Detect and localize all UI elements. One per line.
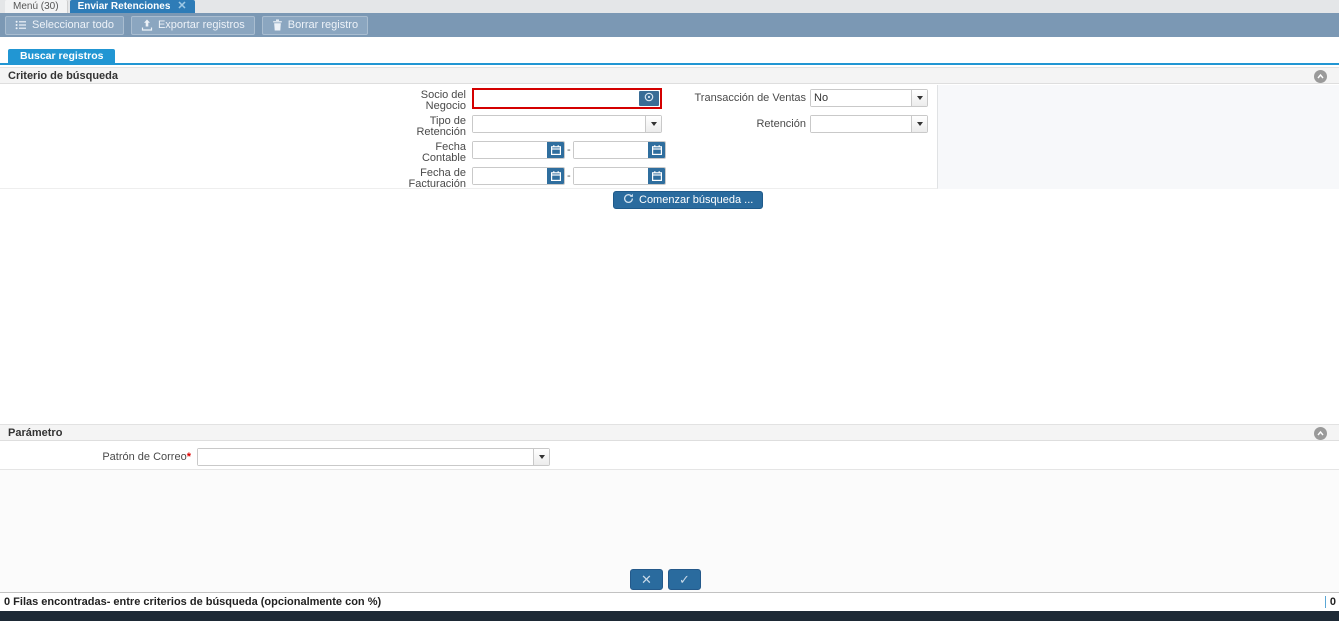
select-all-label: Seleccionar todo [32,19,114,31]
buscar-registros-label: Buscar registros [20,50,104,62]
date-acct-from-input[interactable] [473,142,547,158]
retention-label: Retención [756,118,806,130]
criteria-section-header: Criterio de búsqueda [0,67,1339,84]
status-divider [1324,596,1326,608]
bpartner-field[interactable] [472,88,662,109]
select-all-button[interactable]: Seleccionar todo [5,15,124,35]
bpartner-input[interactable] [474,90,638,107]
record-info-icon [643,91,655,106]
retention-input[interactable] [811,116,911,132]
calendar-icon[interactable] [547,168,564,184]
date-acct-separator: - [567,144,571,156]
mail-pattern-combobox[interactable] [197,448,550,466]
close-icon[interactable]: ✕ [177,0,186,13]
chevron-up-icon [1316,426,1325,441]
tab-underline [0,63,1339,65]
status-message: 0 Filas encontradas- entre criterios de … [4,596,382,608]
tab-enviar-retenciones-label: Enviar Retenciones [77,1,171,12]
sales-transaction-combobox[interactable] [810,89,928,107]
calendar-icon[interactable] [648,168,665,184]
retention-type-combobox[interactable] [472,115,662,133]
parameter-row: Patrón de Correo* [0,442,1339,470]
confirm-button[interactable]: ✓ [668,569,701,590]
confirm-check-icon: ✓ [679,572,690,587]
start-search-button[interactable]: Comenzar búsqueda ... [613,191,764,209]
delete-record-label: Borrar registro [287,19,359,31]
record-count: 0 [1329,596,1336,608]
window-tabbar: Menú (30) Enviar Retenciones ✕ [0,0,1339,13]
toolbar: Seleccionar todo Exportar registros Borr… [0,13,1339,37]
date-acct-label: Fecha Contable [421,141,466,164]
tab-menu[interactable]: Menú (30) [5,0,68,13]
criteria-form-panel: Socio del Negocio Transacción de Ventas … [0,85,938,190]
tab-enviar-retenciones[interactable]: Enviar Retenciones ✕ [69,0,195,13]
export-icon [141,19,153,31]
retention-combobox[interactable] [810,115,928,133]
required-marker: * [186,451,191,463]
date-invoiced-to-field[interactable] [573,167,666,185]
chevron-up-icon [1316,69,1325,84]
cancel-x-icon: ✕ [641,572,652,587]
date-invoiced-from-field[interactable] [472,167,565,185]
date-acct-from-field[interactable] [472,141,565,159]
export-records-label: Exportar registros [157,19,245,31]
retention-type-label: Tipo de Retención [416,115,466,138]
retention-type-input[interactable] [473,116,645,132]
refresh-icon [623,193,634,207]
tab-buscar-registros[interactable]: Buscar registros [8,49,116,63]
date-invoiced-separator: - [567,170,571,182]
criteria-panel-right-background [938,85,1339,189]
start-search-label: Comenzar búsqueda ... [639,194,754,206]
collapse-criteria-button[interactable] [1314,70,1327,83]
date-acct-to-field[interactable] [573,141,666,159]
calendar-icon[interactable] [547,142,564,158]
calendar-icon[interactable] [648,142,665,158]
date-invoiced-to-input[interactable] [574,168,648,184]
criteria-section-title: Criterio de búsqueda [8,70,119,82]
date-acct-to-input[interactable] [574,142,648,158]
record-search-button[interactable] [639,91,659,106]
export-records-button[interactable]: Exportar registros [130,15,255,35]
sales-transaction-input[interactable] [811,90,911,106]
parameter-section-header: Parámetro [0,424,1339,441]
dropdown-arrow-icon[interactable] [911,116,927,132]
sales-transaction-label: Transacción de Ventas [694,92,807,104]
mail-pattern-input[interactable] [198,449,533,465]
bottom-bar [0,611,1339,621]
status-bar: 0 Filas encontradas- entre criterios de … [0,592,1339,611]
collapse-parameter-button[interactable] [1314,427,1327,440]
date-invoiced-from-input[interactable] [473,168,547,184]
date-invoiced-label: Fecha de Facturación [408,167,466,190]
tab-menu-label: Menú (30) [13,1,59,12]
dropdown-arrow-icon[interactable] [911,90,927,106]
dropdown-arrow-icon[interactable] [533,449,549,465]
cancel-button[interactable]: ✕ [630,569,663,590]
mail-pattern-label: Patrón de Correo* [102,451,191,463]
bpartner-label: Socio del Negocio [420,89,466,112]
list-icon [15,19,27,31]
parameter-section-title: Parámetro [8,427,63,439]
delete-record-button[interactable]: Borrar registro [261,15,369,35]
dropdown-arrow-icon[interactable] [645,116,661,132]
trash-icon [272,19,283,31]
